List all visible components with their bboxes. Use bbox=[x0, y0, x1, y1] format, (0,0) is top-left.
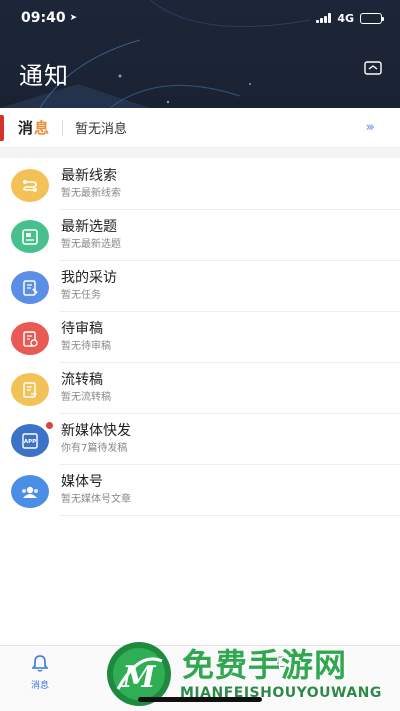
notice-divider bbox=[62, 119, 64, 136]
home-indicator bbox=[138, 697, 262, 702]
item-title: 待审稿 bbox=[61, 321, 103, 337]
item-subtitle: 暂无流转稿 bbox=[61, 392, 111, 403]
list-item-latest-leads[interactable]: 最新线索 暂无最新线索 bbox=[0, 159, 400, 210]
page-title: 通知 bbox=[19, 62, 69, 90]
transfer-icon bbox=[11, 373, 49, 406]
notice-tag: 消息 bbox=[18, 119, 51, 137]
app-icon: APP bbox=[11, 424, 49, 457]
list-item-my-interviews[interactable]: 我的采访 暂无任务 bbox=[0, 261, 400, 312]
item-title: 最新选题 bbox=[61, 219, 117, 235]
document-icon bbox=[11, 220, 49, 253]
contacts-card-icon[interactable] bbox=[364, 60, 382, 76]
notification-list: 最新线索 暂无最新线索 最新选题 暂无最新选题 我的采访 暂无任务 待审稿 暂无… bbox=[0, 159, 400, 516]
watermark-title: 免费手游网 bbox=[182, 646, 348, 684]
item-subtitle: 暂无待审稿 bbox=[61, 341, 111, 352]
item-title: 最新线索 bbox=[61, 168, 117, 184]
notice-marker bbox=[0, 115, 4, 141]
link-icon bbox=[11, 169, 49, 202]
item-title: 我的采访 bbox=[61, 270, 117, 286]
divider bbox=[60, 515, 400, 516]
item-subtitle: 你有7篇待发稿 bbox=[61, 443, 128, 454]
status-bar: 09:40 ➤ 4G bbox=[0, 0, 400, 36]
section-gap bbox=[0, 148, 400, 158]
svg-text:M: M bbox=[121, 660, 156, 695]
item-title: 流转稿 bbox=[61, 372, 103, 388]
list-item-new-media-publish[interactable]: APP 新媒体快发 你有7篇待发稿 bbox=[0, 414, 400, 465]
item-subtitle: 暂无最新线索 bbox=[61, 188, 121, 199]
location-arrow-icon: ➤ bbox=[69, 13, 78, 23]
list-item-latest-topics[interactable]: 最新选题 暂无最新选题 bbox=[0, 210, 400, 261]
notice-text: 暂无消息 bbox=[75, 122, 128, 137]
item-subtitle: 暂无最新选题 bbox=[61, 239, 121, 250]
tab-label: 消息 bbox=[30, 681, 49, 691]
notice-bar[interactable]: 消息 暂无消息 ››› bbox=[0, 108, 400, 148]
item-subtitle: 暂无媒体号文章 bbox=[61, 494, 131, 505]
notification-badge bbox=[45, 421, 54, 430]
list-item-pending-review[interactable]: 待审稿 暂无待审稿 bbox=[0, 312, 400, 363]
battery-icon bbox=[360, 12, 384, 24]
status-time: 09:40 bbox=[21, 10, 66, 26]
double-chevron-right-icon[interactable]: ››› bbox=[365, 120, 374, 135]
group-icon bbox=[11, 475, 49, 508]
bell-icon bbox=[31, 655, 49, 672]
interview-icon bbox=[11, 271, 49, 304]
list-item-transfer-drafts[interactable]: 流转稿 暂无流转稿 bbox=[0, 363, 400, 414]
review-icon bbox=[11, 322, 49, 355]
item-subtitle: 暂无任务 bbox=[61, 290, 101, 301]
item-title: 媒体号 bbox=[61, 474, 103, 490]
item-title: 新媒体快发 bbox=[61, 423, 131, 439]
network-type: 4G bbox=[337, 11, 354, 25]
app-header: 09:40 ➤ 4G 通知 bbox=[0, 0, 400, 108]
tab-messages[interactable]: 消息 bbox=[10, 654, 70, 691]
list-item-media-account[interactable]: 媒体号 暂无媒体号文章 bbox=[0, 465, 400, 516]
svg-text:APP: APP bbox=[24, 439, 36, 445]
signal-icon bbox=[316, 13, 332, 23]
